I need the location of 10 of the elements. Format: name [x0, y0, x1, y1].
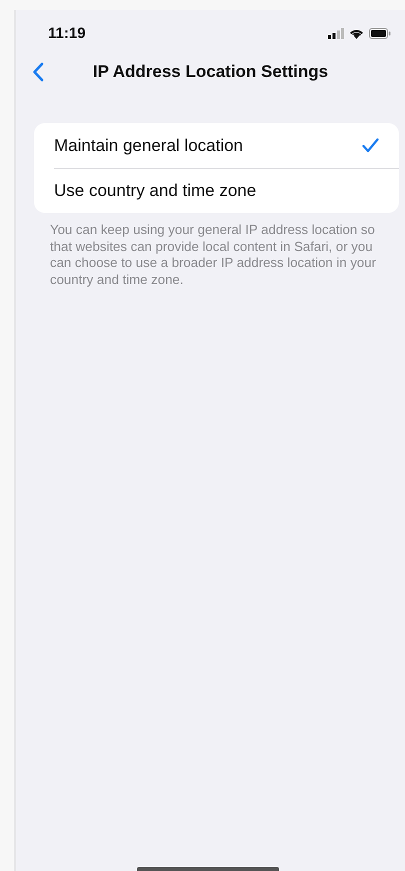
- wifi-icon: [349, 28, 364, 39]
- signal-icon: [328, 28, 344, 39]
- battery-icon: [369, 28, 391, 39]
- page-title: IP Address Location Settings: [92, 62, 328, 82]
- option-row[interactable]: Maintain general location: [34, 123, 399, 168]
- option-row[interactable]: Use country and time zone: [34, 168, 399, 213]
- checkmark-icon: [362, 138, 379, 153]
- status-time: 11:19: [48, 25, 86, 42]
- back-chevron-icon: [32, 62, 44, 82]
- footer-note: You can keep using your general IP address location so that websites can provide local content in Safari, or you can choose to use a broader IP address location in your country and time zone.: [50, 222, 377, 288]
